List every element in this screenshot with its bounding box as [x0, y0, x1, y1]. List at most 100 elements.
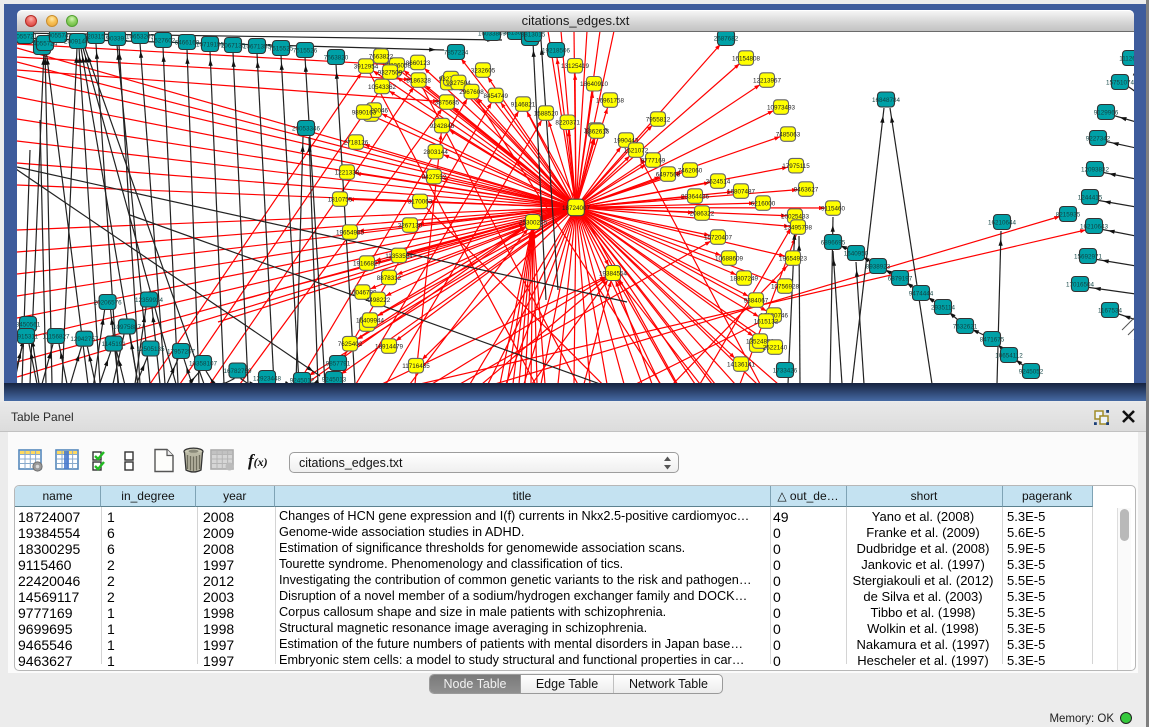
svg-text:10973493: 10973493	[767, 104, 796, 111]
svg-text:16807487: 16807487	[727, 188, 756, 195]
svg-text:8450561: 8450561	[17, 321, 41, 328]
svg-text:2967608: 2967608	[459, 89, 484, 96]
svg-text:1640950: 1640950	[844, 250, 869, 257]
svg-text:9463627: 9463627	[794, 186, 819, 193]
svg-text:9474444: 9474444	[909, 290, 934, 297]
svg-text:6216000: 6216000	[751, 200, 776, 207]
svg-text:9890163: 9890163	[352, 109, 377, 116]
svg-text:11716485: 11716485	[402, 363, 430, 370]
svg-text:19166827: 19166827	[353, 260, 382, 267]
svg-text:12505135: 12505135	[136, 346, 165, 353]
svg-text:18640910: 18640910	[580, 81, 609, 88]
svg-text:16154808: 16154808	[732, 55, 761, 62]
svg-text:1221338: 1221338	[335, 169, 360, 176]
svg-text:1203157: 1203157	[84, 33, 109, 40]
svg-text:11156827: 11156827	[42, 333, 70, 340]
svg-text:9227342: 9227342	[1086, 135, 1111, 142]
svg-text:9245012: 9245012	[290, 377, 315, 383]
svg-text:2522140: 2522140	[763, 344, 788, 351]
svg-text:2718126: 2718126	[344, 139, 369, 146]
svg-text:15692971: 15692971	[1074, 253, 1103, 260]
svg-text:7625402: 7625402	[338, 341, 363, 348]
svg-text:8938923: 8938923	[866, 263, 891, 270]
svg-text:9777169: 9777169	[641, 157, 666, 164]
svg-text:7632621: 7632621	[953, 323, 978, 330]
svg-text:10975887: 10975887	[113, 324, 142, 331]
svg-text:3232605: 3232605	[471, 67, 496, 74]
svg-text:20364436: 20364436	[681, 193, 710, 200]
svg-text:2935114: 2935114	[931, 304, 956, 311]
svg-text:8427552: 8427552	[422, 174, 447, 181]
svg-text:1810755: 1810755	[328, 196, 353, 203]
svg-text:6879197: 6879197	[888, 275, 913, 282]
svg-text:17016504: 17016504	[1066, 281, 1095, 288]
svg-text:1145191: 1145191	[102, 341, 127, 348]
svg-text:15720407: 15720407	[704, 234, 733, 241]
svg-text:903391: 903391	[106, 35, 128, 42]
svg-text:1733426: 1733426	[773, 367, 798, 374]
svg-text:9327509: 9327509	[378, 69, 403, 76]
svg-text:12923448: 12923448	[253, 375, 282, 382]
svg-text:7955812: 7955812	[646, 116, 671, 123]
svg-text:3915311: 3915311	[17, 333, 39, 340]
svg-text:8813015: 8813015	[521, 32, 546, 38]
svg-text:3267130: 3267130	[398, 222, 423, 229]
svg-text:1167534: 1167534	[1098, 307, 1123, 314]
svg-text:17957257: 17957257	[167, 348, 196, 355]
svg-text:7462060: 7462060	[678, 167, 703, 174]
svg-text:8878312: 8878312	[377, 275, 402, 282]
svg-text:16033809: 16033809	[478, 32, 507, 37]
svg-text:2055721: 2055721	[17, 33, 38, 40]
svg-text:12359924: 12359924	[135, 297, 164, 304]
svg-text:8220371: 8220371	[555, 120, 580, 127]
svg-text:8215935: 8215935	[1056, 211, 1081, 218]
svg-text:14136141: 14136141	[727, 361, 756, 368]
svg-text:7663822: 7663822	[369, 53, 394, 60]
svg-text:11353594: 11353594	[385, 253, 413, 260]
svg-text:10671355: 10671355	[243, 43, 272, 50]
svg-text:13495798: 13495798	[784, 224, 813, 231]
svg-text:4498222: 4498222	[366, 297, 391, 304]
svg-text:12213967: 12213967	[753, 77, 782, 84]
svg-text:10688609: 10688609	[715, 255, 744, 262]
svg-text:17975115: 17975115	[782, 163, 810, 170]
svg-text:7857224: 7857224	[444, 49, 469, 56]
svg-text:15751074: 15751074	[1106, 79, 1134, 86]
svg-text:9242848: 9242848	[430, 123, 455, 130]
svg-text:1588520: 1588520	[534, 110, 559, 117]
svg-text:19218506: 19218506	[542, 47, 571, 54]
svg-text:16961758: 16961758	[596, 97, 625, 104]
svg-text:3624514: 3624514	[706, 178, 731, 185]
svg-text:20206576: 20206576	[94, 299, 123, 306]
svg-text:9245013: 9245013	[322, 376, 347, 383]
svg-text:10756928: 10756928	[771, 283, 800, 290]
svg-text:1112604: 1112604	[1119, 55, 1134, 62]
svg-text:16210644: 16210644	[988, 219, 1017, 226]
svg-text:19654923: 19654923	[779, 255, 808, 262]
svg-text:13125419: 13125419	[561, 63, 590, 70]
svg-text:10543362: 10543362	[368, 84, 397, 91]
svg-text:19654985: 19654985	[336, 229, 365, 236]
svg-text:2086322: 2086322	[690, 210, 715, 217]
svg-text:12942757: 12942757	[70, 336, 99, 343]
svg-text:9115460: 9115460	[821, 205, 846, 212]
svg-text:8186328: 8186328	[406, 77, 431, 84]
svg-text:16210643: 16210643	[1080, 223, 1109, 230]
svg-text:2803144: 2803144	[423, 149, 448, 156]
svg-text:12093832: 12093832	[1081, 166, 1110, 173]
svg-text:1527602: 1527602	[151, 37, 176, 44]
svg-text:7485063: 7485063	[776, 131, 801, 138]
svg-text:16914479: 16914479	[375, 343, 404, 350]
svg-text:7515525: 7515525	[269, 45, 294, 52]
svg-text:16848784: 16848784	[872, 97, 901, 104]
svg-text:3170063: 3170063	[408, 199, 433, 206]
svg-text:16782759: 16782759	[223, 368, 252, 375]
svg-text:1244415: 1244415	[1078, 194, 1103, 201]
svg-text:18724007: 18724007	[562, 205, 591, 212]
svg-text:9245052: 9245052	[1019, 368, 1044, 375]
svg-text:8660123: 8660123	[406, 60, 431, 67]
svg-text:25300275: 25300275	[519, 219, 548, 226]
svg-text:9146821: 9146821	[511, 101, 536, 108]
svg-text:6896695: 6896695	[821, 239, 846, 246]
svg-text:18807249: 18807249	[730, 275, 759, 282]
